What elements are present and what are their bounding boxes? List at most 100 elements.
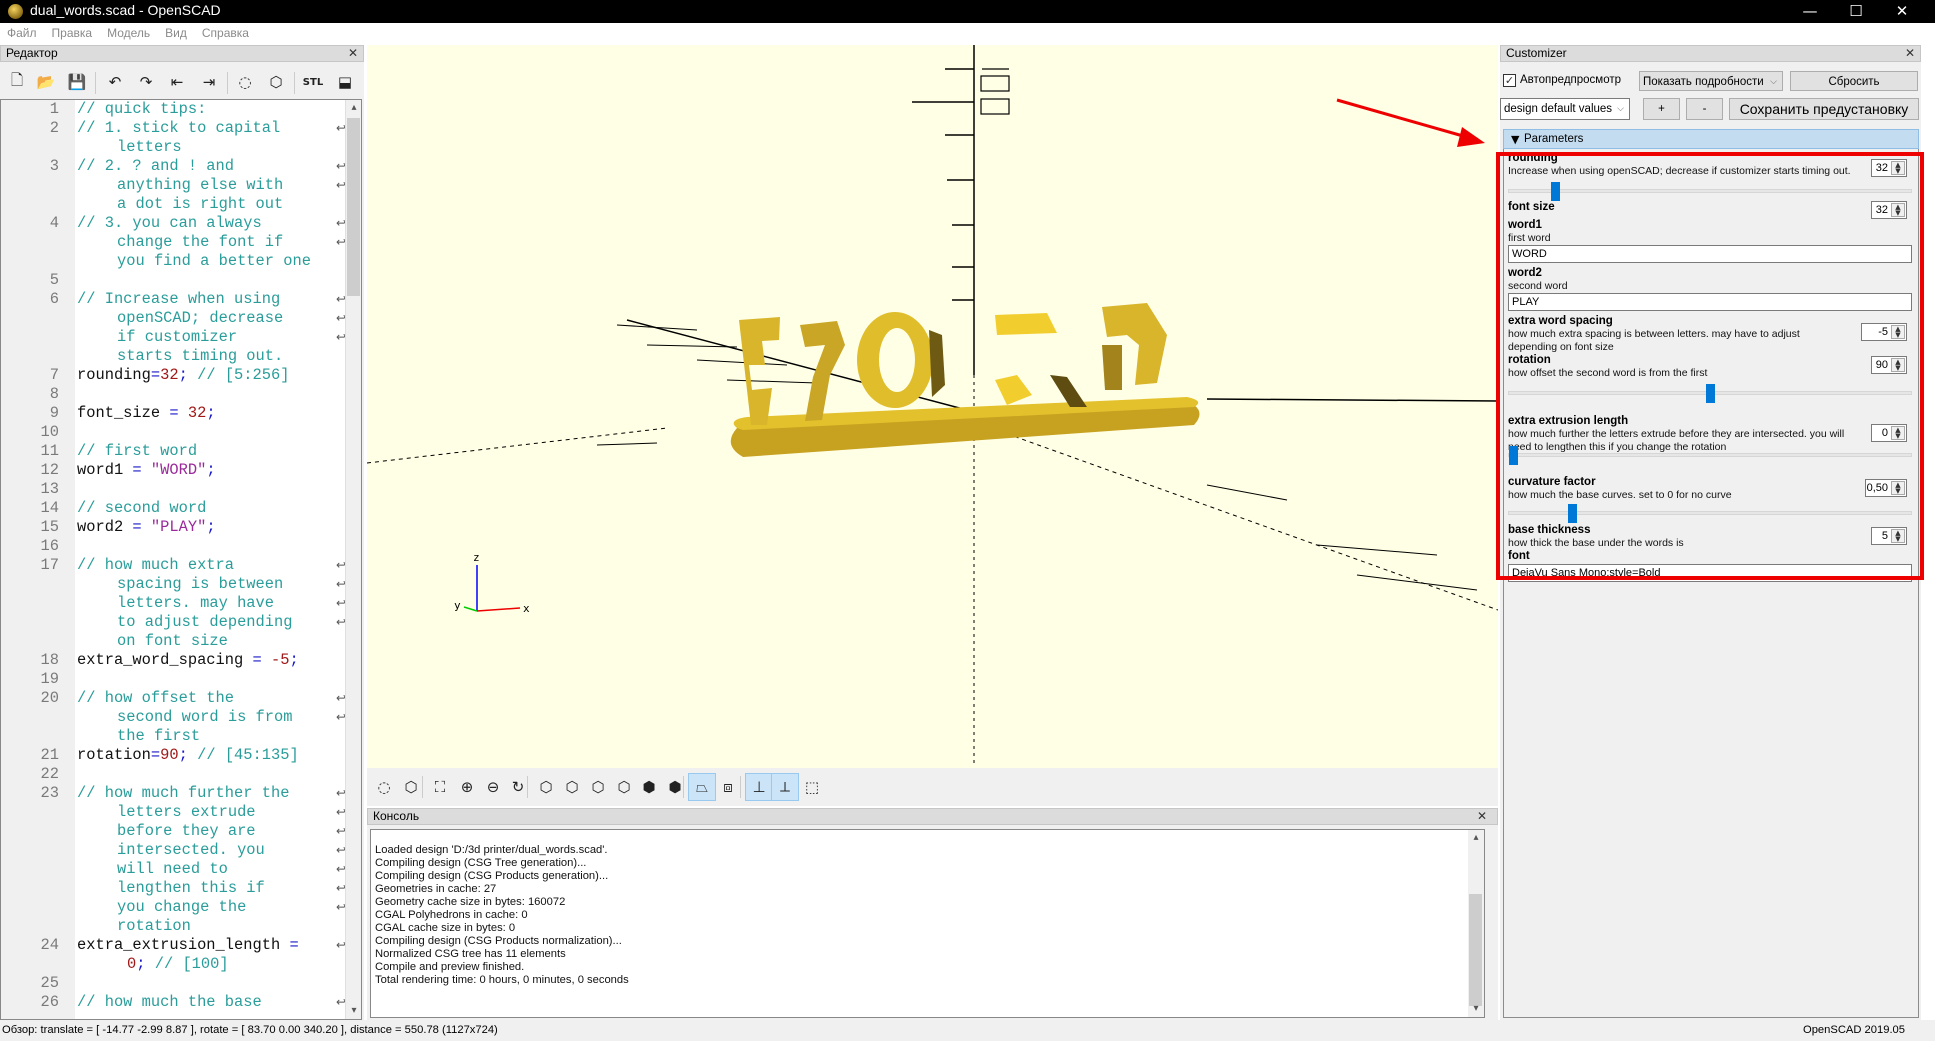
code-line[interactable]: before they are ↩ [1,822,346,841]
code-line[interactable]: 24 extra_extrusion_length = ↩ [1,936,347,955]
code-line[interactable]: starts timing out. [1,347,346,366]
code-line[interactable]: on font size [1,632,346,651]
maximize-button[interactable]: ☐ [1833,0,1879,23]
menu-edit[interactable]: Правка [45,23,101,40]
code-line[interactable]: 7 rounding=32; // [5:256] [1,366,346,385]
render-icon[interactable]: ⬡ [397,773,425,801]
code-line[interactable]: 0; // [100] [1,955,346,974]
code-line[interactable]: intersected. you ↩ [1,841,346,860]
view-back-icon[interactable]: ⬢ [661,773,689,801]
scroll-up-icon[interactable]: ▴ [346,100,361,116]
auto-preview-checkbox[interactable]: ✓ [1503,74,1516,87]
code-line[interactable]: letters. may have ↩ [1,594,346,613]
code-line[interactable]: 21 rotation=90; // [45:135] [1,746,346,765]
view-bottom-icon[interactable]: ⬡ [584,773,612,801]
code-line[interactable]: to adjust depending ↩ [1,613,346,632]
code-line[interactable]: 5 [1,271,346,290]
code-line[interactable]: 9 font_size = 32; [1,404,346,423]
view-top-icon[interactable]: ⬡ [558,773,586,801]
save-icon[interactable]: 💾 [66,71,88,93]
code-line[interactable]: you find a better one [1,252,346,271]
redo-icon[interactable]: ↷ [135,71,157,93]
code-line[interactable]: rotation [1,917,346,936]
parameters-group-header[interactable]: ▼ Parameters [1503,129,1919,149]
code-line[interactable]: 18 extra_word_spacing = -5; [1,651,346,670]
close-button[interactable]: ✕ [1879,0,1925,23]
code-line[interactable]: you change the ↩ [1,898,346,917]
close-editor-icon[interactable]: ✕ [348,46,358,61]
render-icon[interactable]: ⬡ [265,71,287,93]
code-line[interactable]: 20// how offset the ↩ [1,689,347,708]
code-line[interactable]: 13 [1,480,346,499]
code-line[interactable]: anything else with ↩ [1,176,346,195]
code-line[interactable]: 2// 1. stick to capital ↩ [1,119,346,138]
perspective-icon[interactable]: ⏢ [688,773,716,801]
view-all-icon[interactable]: ⛶ [426,773,454,801]
code-line[interactable]: 4// 3. you can always ↩ [1,214,346,233]
code-line[interactable]: 8 [1,385,346,404]
unindent-icon[interactable]: ⇤ [166,71,188,93]
console-output[interactable]: Loaded design 'D:/3d printer/dual_words.… [370,829,1485,1018]
remove-preset-button[interactable]: - [1686,98,1723,120]
view-right-icon[interactable]: ⬡ [532,773,560,801]
show-edges-icon[interactable]: ⬚ [798,773,826,801]
show-axes-icon[interactable]: ⊥ [745,773,773,801]
add-preset-button[interactable]: + [1643,98,1680,120]
preset-select[interactable]: design default values ⌵ [1500,98,1630,120]
code-line[interactable]: 6// Increase when using ↩ [1,290,346,309]
minimize-button[interactable]: — [1787,0,1833,23]
editor-scrollbar[interactable]: ▴ ▾ [345,100,361,1019]
code-line[interactable]: 16 [1,537,346,556]
view-front-icon[interactable]: ⬢ [635,773,663,801]
code-line[interactable]: spacing is between ↩ [1,575,346,594]
code-line[interactable]: second word is from ↩ [1,708,346,727]
code-line[interactable]: will need to ↩ [1,860,346,879]
scrollbar-thumb[interactable] [347,118,360,296]
send-to-print-icon[interactable]: ⬓ [334,71,356,93]
menu-view[interactable]: Вид [158,23,195,40]
code-line[interactable]: 1 // quick tips: [1,100,346,119]
details-select[interactable]: Показать подробности ⌵ [1639,71,1783,91]
orthogonal-icon[interactable]: ⧈ [714,773,742,801]
undo-icon[interactable]: ↶ [104,71,126,93]
code-line[interactable]: letters extrude ↩ [1,803,346,822]
save-preset-button[interactable]: Сохранить предустановку [1729,98,1919,120]
scroll-up-icon[interactable]: ▴ [1468,830,1484,846]
code-line[interactable]: change the font if ↩ [1,233,346,252]
code-line[interactable]: 23// how much further the ↩ [1,784,347,803]
code-line[interactable]: 15 word2 = "PLAY"; [1,518,346,537]
menu-file[interactable]: Файл [0,23,45,40]
open-file-icon[interactable]: 📂 [35,71,57,93]
scroll-down-icon[interactable]: ▾ [1468,1001,1484,1017]
code-line[interactable]: 25 [1,974,346,993]
code-line[interactable]: 17// how much extra ↩ [1,556,347,575]
new-file-icon[interactable]: 🗋 [6,71,28,93]
code-line[interactable]: 26// how much the base ↩ [1,993,347,1012]
close-console-icon[interactable]: ✕ [1477,809,1487,824]
code-line[interactable]: 14 // second word [1,499,346,518]
code-line[interactable]: openSCAD; decrease ↩ [1,309,346,328]
code-line[interactable]: if customizer ↩ [1,328,346,347]
code-line[interactable]: lengthen this if ↩ [1,879,346,898]
zoom-out-icon[interactable]: ⊖ [479,773,507,801]
export-stl-icon[interactable]: STL [302,71,324,93]
code-line[interactable]: 3// 2. ? and ! and ↩ [1,157,346,176]
code-line[interactable]: a dot is right out [1,195,346,214]
viewport-canvas[interactable]: z x y [367,45,1498,768]
console-scrollbar[interactable]: ▴ ▾ [1468,830,1484,1017]
code-lines[interactable]: 1// quick tips: 2// 1. stick to capital ↩ l… [1,100,347,1012]
code-line[interactable]: 19 [1,670,346,689]
scrollbar-thumb[interactable] [1469,894,1482,1006]
code-line[interactable]: 22 [1,765,346,784]
view-left-icon[interactable]: ⬡ [610,773,638,801]
code-line[interactable]: letters [1,138,346,157]
code-line[interactable]: 10 [1,423,346,442]
close-customizer-icon[interactable]: ✕ [1905,46,1915,61]
menu-design[interactable]: Модель [100,23,158,40]
indent-icon[interactable]: ⇥ [198,71,220,93]
code-line[interactable]: 12 word1 = "WORD"; [1,461,346,480]
code-line[interactable]: 11 // first word [1,442,346,461]
code-line[interactable]: the first [1,727,346,746]
code-editor[interactable]: 1// quick tips: 2// 1. stick to capital ↩ l… [0,99,362,1020]
show-scale-markers-icon[interactable]: ⟂ [771,773,799,801]
